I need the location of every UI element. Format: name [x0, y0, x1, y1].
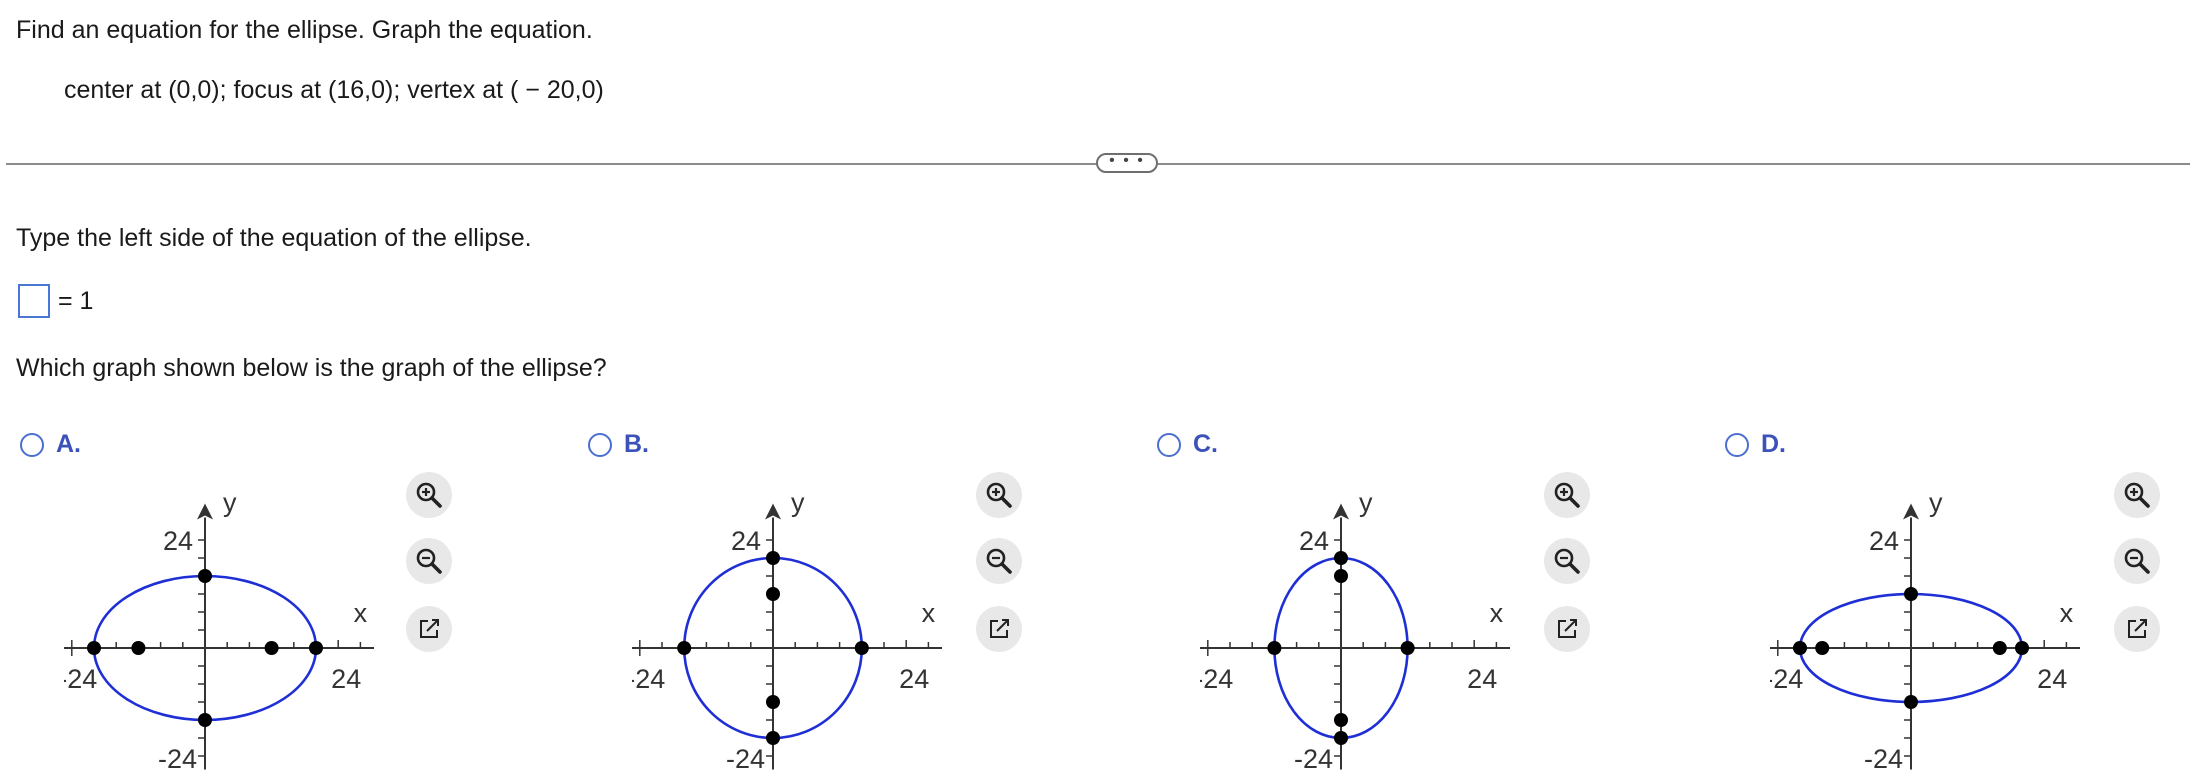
y-axis-label: y	[791, 488, 805, 518]
zoom-out-icon[interactable]	[1544, 538, 1590, 584]
choice-b-radio[interactable]	[588, 432, 612, 457]
ellipse-point	[1334, 569, 1348, 583]
ellipse-point	[309, 641, 323, 655]
choice-d[interactable]: D.	[1725, 430, 1786, 459]
y-tick-label-24: 24	[731, 526, 761, 556]
y-axis-arrow	[1903, 503, 1919, 520]
x-tick-label-24: 24	[331, 664, 361, 694]
choice-c-label: C.	[1193, 430, 1218, 458]
choice-a-radio[interactable]	[20, 432, 44, 457]
x-axis-label: x	[922, 598, 936, 628]
equals-one-text: = 1	[58, 286, 94, 315]
ellipse-point	[131, 641, 146, 655]
choice-b-graph: 24 -24 -24 24 x y	[632, 488, 942, 774]
y-axis-label: y	[1929, 488, 1943, 518]
y-tick-label-24: 24	[1299, 526, 1329, 556]
choice-d-radio[interactable]	[1725, 432, 1749, 457]
ellipse-point	[1334, 551, 1348, 565]
choice-a-graph: 24 -24 -24 24 x y	[64, 488, 374, 774]
zoom-out-icon[interactable]	[2114, 538, 2160, 584]
ellipse-point	[1992, 641, 2007, 655]
question-instruction: Find an equation for the ellipse. Graph …	[16, 16, 593, 44]
zoom-in-icon[interactable]	[976, 472, 1022, 518]
more-button[interactable]: • • •	[1096, 153, 1158, 173]
x-tick-label-neg24: -24	[632, 664, 665, 694]
ellipse-point	[198, 569, 212, 583]
ellipse-point	[854, 641, 869, 655]
x-tick-label-neg24: -24	[1200, 664, 1233, 694]
ellipse-point	[1904, 695, 1918, 709]
zoom-in-icon[interactable]	[406, 472, 452, 518]
part2-prompt: Which graph shown below is the graph of …	[16, 354, 607, 382]
y-axis-label: y	[223, 488, 237, 518]
x-tick-label-24: 24	[899, 664, 929, 694]
zoom-out-icon[interactable]	[976, 538, 1022, 584]
part1-prompt: Type the left side of the equation of th…	[16, 224, 532, 252]
x-tick-label-24: 24	[2037, 664, 2067, 694]
ellipse-point	[1815, 641, 1830, 655]
x-tick-label-24: 24	[1467, 664, 1497, 694]
zoom-in-icon[interactable]	[1544, 472, 1590, 518]
y-tick-label-24: 24	[1869, 526, 1899, 556]
choice-b[interactable]: B.	[588, 430, 649, 459]
ellipse-point	[1793, 641, 1807, 655]
ellipse-point	[766, 551, 780, 565]
y-axis-arrow	[765, 503, 781, 520]
ellipse-point	[198, 713, 212, 727]
y-tick-label-neg24: -24	[1294, 744, 1333, 774]
external-link-icon[interactable]	[2114, 606, 2160, 652]
y-axis-label: y	[1359, 488, 1373, 518]
choice-d-graph: 24 -24 -24 24 x y	[1770, 488, 2080, 774]
ellipse-point	[1400, 641, 1415, 655]
choice-a-label: A.	[56, 430, 81, 458]
choice-a[interactable]: A.	[20, 430, 81, 459]
ellipse-point	[1267, 641, 1282, 655]
choice-c-graph: 24 -24 -24 24 x y	[1200, 488, 1510, 774]
choice-d-label: D.	[1761, 430, 1786, 458]
choice-c-radio[interactable]	[1157, 432, 1181, 457]
external-link-icon[interactable]	[1544, 606, 1590, 652]
external-link-icon[interactable]	[976, 606, 1022, 652]
zoom-in-icon[interactable]	[2114, 472, 2160, 518]
ellipse-point	[1904, 587, 1918, 601]
ellipse-point	[766, 731, 780, 745]
equation-answer-input[interactable]	[18, 284, 50, 318]
answer-row: = 1	[18, 283, 93, 319]
ellipse-point	[766, 695, 780, 709]
ellipse-point	[264, 641, 279, 655]
y-tick-label-neg24: -24	[158, 744, 197, 774]
question-given: center at (0,0); focus at (16,0); vertex…	[64, 76, 604, 104]
choice-c[interactable]: C.	[1157, 430, 1218, 459]
y-axis-arrow	[197, 503, 213, 520]
ellipse-point	[677, 641, 692, 655]
ellipse-point	[2015, 641, 2029, 655]
y-tick-label-24: 24	[163, 526, 193, 556]
ellipse-point	[1334, 713, 1348, 727]
ellipse-point	[1334, 731, 1348, 745]
choice-b-label: B.	[624, 430, 649, 458]
x-axis-label: x	[1490, 598, 1504, 628]
y-axis-arrow	[1333, 503, 1349, 520]
external-link-icon[interactable]	[406, 606, 452, 652]
x-tick-label-neg24: -24	[1770, 664, 1803, 694]
zoom-out-icon[interactable]	[406, 538, 452, 584]
x-tick-label-neg24: -24	[64, 664, 97, 694]
x-axis-label: x	[2060, 598, 2074, 628]
x-axis-label: x	[354, 598, 368, 628]
y-tick-label-neg24: -24	[1864, 744, 1903, 774]
ellipse-point	[87, 641, 101, 655]
ellipse-point	[766, 587, 780, 601]
y-tick-label-neg24: -24	[726, 744, 765, 774]
